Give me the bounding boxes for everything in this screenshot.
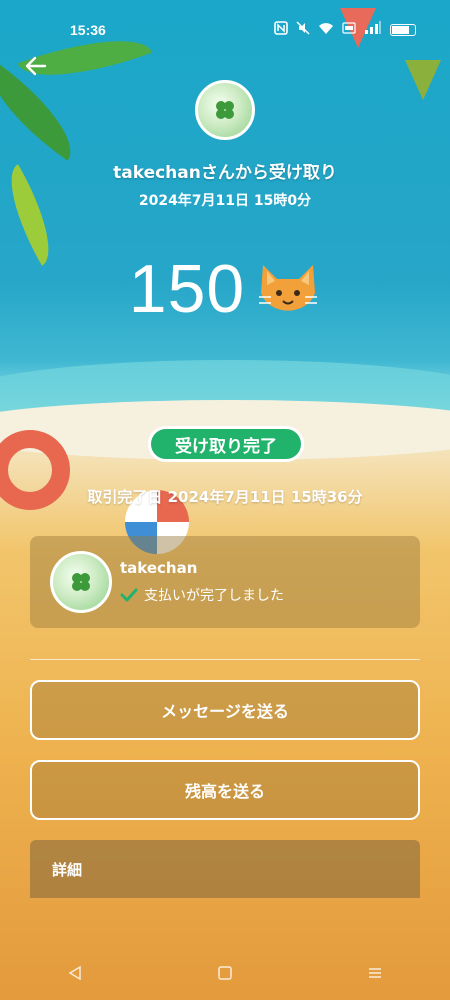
receive-detail-screen: 15:36 takechanさんから受け取り 2024年7月11日 15時0分 … (0, 0, 450, 1000)
arrow-left-icon (25, 56, 47, 76)
send-balance-button[interactable]: 残高を送る (30, 760, 420, 820)
nav-menu-button[interactable] (355, 958, 395, 988)
user-card-text: takechan 支払いが完了しました (120, 559, 284, 605)
system-nav-bar (0, 945, 450, 1000)
mute-icon (296, 21, 310, 39)
status-time: 15:36 (70, 22, 106, 38)
sender-avatar (195, 80, 255, 140)
cat-face-icon (259, 265, 318, 311)
user-name: takechan (120, 559, 198, 577)
payment-status-text: 支払いが完了しました (144, 588, 284, 604)
back-button[interactable] (18, 48, 54, 84)
checkmark-icon (120, 588, 138, 602)
user-card[interactable]: takechan 支払いが完了しました (30, 536, 420, 628)
battery-icon (390, 24, 416, 36)
sender-title: takechanさんから受け取り (113, 163, 337, 183)
details-row[interactable]: 詳細 (30, 840, 420, 898)
nav-home-button[interactable] (205, 958, 245, 988)
nav-back-button[interactable] (55, 958, 95, 988)
status-icons (274, 21, 416, 39)
received-datetime: 2024年7月11日 15時0分 (138, 193, 312, 209)
amount-value: 150 (128, 251, 246, 327)
avatar (50, 551, 112, 613)
clover-icon (72, 573, 90, 591)
bunting-flag (405, 60, 441, 100)
divider (30, 659, 420, 660)
sea-wave (0, 360, 450, 430)
menu-lines-icon (369, 967, 381, 978)
clover-icon (216, 101, 234, 119)
send-message-button[interactable]: メッセージを送る (30, 680, 420, 740)
nfc-icon (274, 21, 288, 39)
signal-icon (364, 21, 382, 39)
status-bar: 15:36 (0, 0, 450, 60)
status-badge: 受け取り完了 (148, 426, 304, 462)
amount-row: 150 (0, 250, 450, 328)
transaction-completed-date: 取引完了日 2024年7月11日 15時36分 (87, 488, 363, 506)
payment-status: 支払いが完了しました (120, 585, 284, 605)
wifi-icon (318, 21, 334, 39)
volte-icon (342, 21, 356, 39)
back-triangle-icon (68, 965, 81, 980)
home-square-icon (218, 965, 232, 980)
